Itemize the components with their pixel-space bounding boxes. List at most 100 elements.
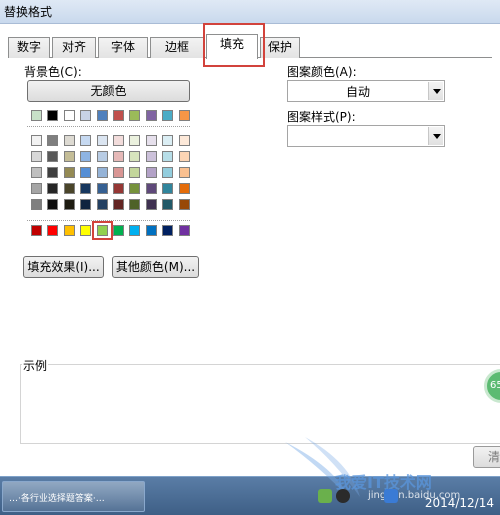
color-swatch[interactable] [129,151,140,162]
pattern-style-label: 图案样式(P): [287,110,356,124]
color-swatch[interactable] [129,225,140,236]
color-swatch[interactable] [113,183,124,194]
sample-group [20,364,500,444]
chevron-down-icon[interactable] [428,127,443,145]
color-swatch[interactable] [179,199,190,210]
color-swatch[interactable] [80,151,91,162]
color-swatch[interactable] [47,167,58,178]
sample-label: 示例 [22,357,49,374]
color-swatch[interactable] [113,225,124,236]
color-swatch[interactable] [31,167,42,178]
dialog-title: 替换格式 [4,5,53,19]
color-swatch[interactable] [146,151,157,162]
no-color-button[interactable]: 无颜色 [27,80,190,102]
color-swatch[interactable] [146,199,157,210]
chevron-down-icon[interactable] [428,82,443,100]
pattern-color-value: 自动 [345,85,370,99]
color-swatch[interactable] [31,199,42,210]
tab-number[interactable]: 数字 [8,37,50,58]
color-swatch[interactable] [80,135,91,146]
color-swatch[interactable] [146,110,157,121]
color-swatch[interactable] [31,183,42,194]
color-swatch[interactable] [80,183,91,194]
color-swatch[interactable] [97,199,108,210]
color-swatch[interactable] [64,110,75,121]
pattern-style-select[interactable] [287,125,445,147]
color-swatch[interactable] [129,199,140,210]
tray-qq-icon[interactable] [336,489,350,503]
color-swatch[interactable] [113,199,124,210]
color-swatch[interactable] [146,225,157,236]
tab-alignment[interactable]: 对齐 [52,37,96,58]
taskbar: …·各行业选择题答案·… 我爱IT技术网 jingyan.baidu.com 2… [0,437,500,515]
color-swatch[interactable] [129,135,140,146]
color-swatch[interactable] [146,167,157,178]
pattern-color-select[interactable]: 自动 [287,80,445,102]
color-swatch[interactable] [47,110,58,121]
color-swatch[interactable] [80,225,91,236]
color-swatch[interactable] [113,110,124,121]
color-swatch[interactable] [31,110,42,121]
color-swatch[interactable] [179,135,190,146]
color-swatch[interactable] [31,151,42,162]
dialog-titlebar: 替换格式 [0,0,500,24]
color-swatch[interactable] [146,135,157,146]
background-color-label: 背景色(C): [24,65,82,79]
color-swatch[interactable] [64,167,75,178]
color-swatch[interactable] [113,135,124,146]
color-swatch[interactable] [162,167,173,178]
color-swatch[interactable] [47,199,58,210]
color-swatch[interactable] [97,135,108,146]
color-swatch[interactable] [47,183,58,194]
tab-font[interactable]: 字体 [98,37,148,58]
ok-button[interactable]: 清 [473,446,500,468]
color-swatch[interactable] [80,110,91,121]
palette-separator [27,220,190,221]
color-swatch[interactable] [179,167,190,178]
color-swatch[interactable] [64,225,75,236]
color-swatch[interactable] [64,151,75,162]
color-swatch[interactable] [64,199,75,210]
color-swatch[interactable] [97,183,108,194]
color-swatch[interactable] [179,110,190,121]
tab-fill[interactable]: 填充 [206,34,258,59]
color-swatch[interactable] [129,183,140,194]
color-swatch[interactable] [80,199,91,210]
color-swatch[interactable] [162,225,173,236]
color-swatch[interactable] [64,135,75,146]
clock-date: 2014/12/14 [424,496,494,510]
color-swatch[interactable] [129,110,140,121]
color-swatch[interactable] [97,225,108,236]
color-swatch[interactable] [162,110,173,121]
color-swatch[interactable] [162,151,173,162]
color-swatch[interactable] [179,225,190,236]
color-swatch[interactable] [47,151,58,162]
color-swatch[interactable] [162,183,173,194]
color-swatch[interactable] [113,167,124,178]
tray-app-icon[interactable] [384,489,398,503]
color-swatch[interactable] [97,167,108,178]
color-swatch[interactable] [97,110,108,121]
color-swatch[interactable] [179,151,190,162]
tab-protection[interactable]: 保护 [260,37,300,58]
color-swatch[interactable] [162,135,173,146]
color-swatch[interactable] [31,225,42,236]
color-swatch[interactable] [113,151,124,162]
color-swatch[interactable] [80,167,91,178]
color-swatch[interactable] [97,151,108,162]
tab-border[interactable]: 边框 [150,37,204,58]
palette-separator [27,126,190,127]
color-swatch[interactable] [47,135,58,146]
color-swatch[interactable] [129,167,140,178]
color-swatch[interactable] [162,199,173,210]
color-swatch[interactable] [47,225,58,236]
fill-effects-button[interactable]: 填充效果(I)... [23,256,104,278]
taskbar-item[interactable]: …·各行业选择题答案·… [2,481,145,512]
color-swatch[interactable] [64,183,75,194]
color-swatch[interactable] [179,183,190,194]
tray-network-icon[interactable] [318,489,332,503]
color-swatch[interactable] [31,135,42,146]
color-swatch[interactable] [146,183,157,194]
pattern-color-label: 图案颜色(A): [287,65,357,79]
more-colors-button[interactable]: 其他颜色(M)... [112,256,199,278]
